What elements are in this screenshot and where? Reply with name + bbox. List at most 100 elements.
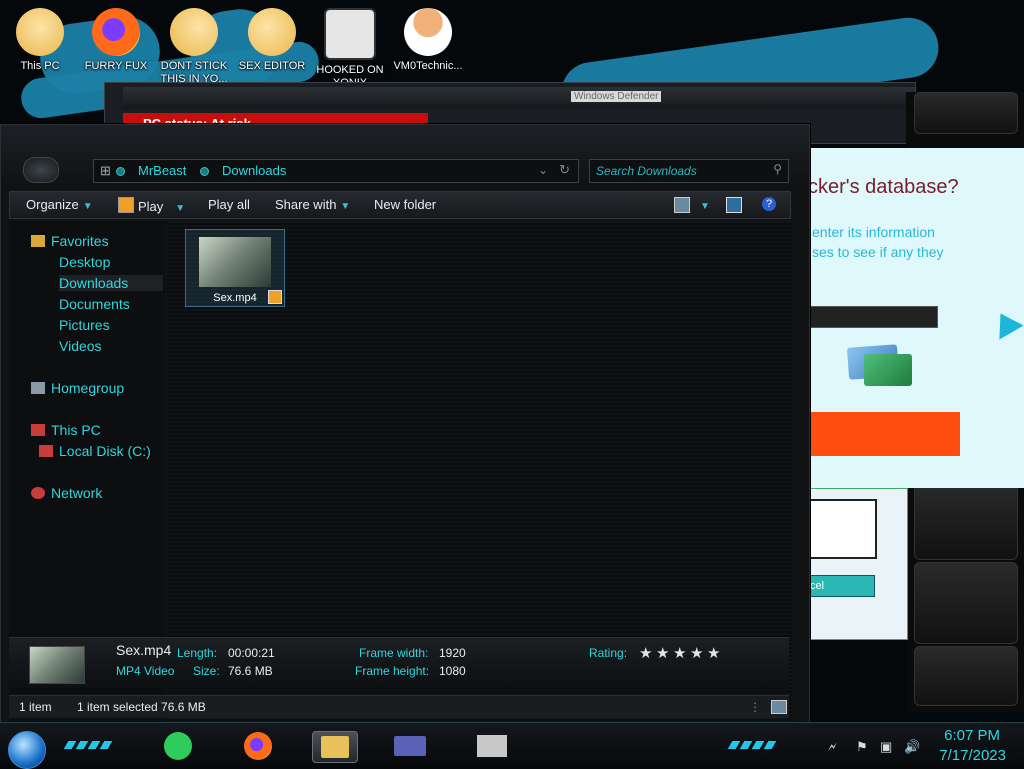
- nav-network[interactable]: Network: [31, 485, 102, 501]
- chevron-down-icon: ▼: [175, 203, 186, 214]
- file-item-sex-mp4[interactable]: Sex.mp4: [185, 229, 285, 307]
- game-icon: [324, 8, 376, 60]
- network-icon: [31, 487, 45, 499]
- rating-star-icon[interactable]: ★: [656, 644, 669, 662]
- details-file-type: MP4 Video: [116, 664, 175, 678]
- nav-label: Network: [51, 485, 103, 501]
- chevron-down-icon: ▼: [82, 201, 93, 212]
- breadcrumb-separator-icon: [116, 167, 125, 176]
- castle-icon: [477, 735, 507, 757]
- desktop-icon-label: This PC: [20, 60, 60, 72]
- taskbar-firefox[interactable]: [240, 731, 276, 761]
- nav-desktop[interactable]: Desktop: [59, 254, 110, 270]
- start-button[interactable]: [8, 731, 46, 769]
- organize-label: Organize: [26, 197, 79, 212]
- preview-pane-icon[interactable]: [726, 197, 742, 213]
- rating-star-icon[interactable]: ★: [639, 644, 652, 662]
- breadcrumb-mrbeast[interactable]: MrBeast: [138, 163, 186, 178]
- nav-documents[interactable]: Documents: [59, 296, 130, 312]
- chevron-down-icon: ▼: [700, 201, 710, 212]
- firefox-icon: [92, 8, 140, 56]
- desktop-icon-dont-stick[interactable]: DONT STICK THIS IN YO...: [156, 8, 232, 86]
- tray-app-icon[interactable]: 🗲: [828, 739, 837, 755]
- volume-icon[interactable]: 🔊: [904, 739, 920, 755]
- background-dialog[interactable]: cel: [806, 488, 908, 640]
- nav-this-pc[interactable]: This PC: [31, 422, 101, 438]
- cancel-button[interactable]: cel: [807, 575, 875, 597]
- popup-submit-button[interactable]: [808, 412, 960, 456]
- play-button[interactable]: Play ▼: [118, 197, 185, 214]
- rating-star-icon[interactable]: ★: [707, 644, 720, 662]
- command-bar: Organize ▼ Play ▼ Play all Share with ▼ New…: [9, 191, 791, 219]
- taskbar-file-explorer[interactable]: [312, 731, 358, 763]
- drive-icon: [39, 445, 53, 457]
- details-frame-width-label: Frame width:: [359, 646, 429, 660]
- clock-date[interactable]: 7/17/2023: [939, 747, 1006, 764]
- credit-card-icon: [864, 354, 912, 386]
- desktop-icon-sex-editor[interactable]: SEX EDITOR: [234, 8, 310, 73]
- desktop-icon-label: FURRY FUX: [84, 60, 148, 72]
- nav-local-disk[interactable]: Local Disk (C:): [39, 443, 151, 459]
- search-input[interactable]: [594, 162, 768, 180]
- item-count: 1 item: [19, 700, 52, 714]
- nav-downloads[interactable]: Downloads: [59, 275, 163, 291]
- details-size-label: Size:: [193, 664, 220, 678]
- change-view-icon[interactable]: [674, 197, 690, 213]
- database-check-popup[interactable]: cker's database? enter its information s…: [806, 148, 1024, 488]
- desktop-icon-hooked-on-xonix[interactable]: HOOKED ON XONIX: [312, 8, 388, 90]
- video-file-icon: [170, 8, 218, 56]
- details-file-name: Sex.mp4: [116, 642, 172, 658]
- nav-homegroup[interactable]: Homegroup: [31, 380, 124, 396]
- play-all-button[interactable]: Play all: [208, 197, 250, 212]
- details-view-icon[interactable]: ⋮: [749, 700, 761, 714]
- desktop-icon-furry-fux[interactable]: FURRY FUX: [78, 8, 154, 73]
- chevron-down-icon[interactable]: ⌄: [538, 163, 548, 177]
- large-icons-view-icon[interactable]: [771, 700, 787, 714]
- breadcrumb-separator-icon: [200, 167, 209, 176]
- file-explorer-window[interactable]: ⊞ MrBeast Downloads ⌄ ↻ ⚲ Organize▼ Play…: [0, 124, 810, 761]
- clock-time[interactable]: 6:07 PM: [944, 727, 1000, 744]
- selection-info: 1 item selected 76.6 MB: [77, 700, 206, 714]
- homegroup-icon: [31, 382, 45, 394]
- video-file-icon: [248, 8, 296, 56]
- defender-title-bar: [123, 87, 915, 109]
- nav-label: This PC: [51, 422, 101, 438]
- details-length-label: Length:: [177, 646, 218, 660]
- breadcrumb-downloads[interactable]: Downloads: [222, 163, 286, 178]
- share-with-button[interactable]: Share with ▼: [275, 197, 350, 212]
- defender-title: Windows Defender: [571, 91, 662, 102]
- this-pc-icon: [16, 8, 64, 56]
- details-frame-width-value: 1920: [439, 646, 466, 660]
- taskbar-app-card[interactable]: [388, 731, 432, 761]
- nav-pictures[interactable]: Pictures: [59, 317, 110, 333]
- popup-input-field[interactable]: [808, 306, 938, 328]
- back-button[interactable]: [23, 157, 59, 183]
- help-icon[interactable]: ?: [762, 197, 776, 211]
- nav-favorites[interactable]: Favorites: [31, 233, 109, 249]
- taskbar-notes-app[interactable]: [160, 731, 196, 761]
- action-center-flag-icon[interactable]: ⚑: [856, 739, 868, 755]
- network-tray-icon[interactable]: ▣: [880, 739, 892, 755]
- search-icon[interactable]: ⚲: [773, 162, 782, 176]
- refresh-icon[interactable]: ↻: [559, 162, 570, 178]
- nav-videos[interactable]: Videos: [59, 338, 102, 354]
- address-bar[interactable]: ⊞ MrBeast Downloads ⌄ ↻: [93, 159, 579, 183]
- new-folder-button[interactable]: New folder: [374, 197, 436, 212]
- details-size-value: 76.6 MB: [228, 664, 273, 678]
- search-box[interactable]: ⚲: [589, 159, 789, 183]
- nav-label: Homegroup: [51, 380, 125, 396]
- decor-bars: [63, 741, 115, 749]
- desktop-icon-vm0technic[interactable]: VM0Technic...: [390, 8, 466, 73]
- organize-button[interactable]: Organize ▼: [26, 197, 93, 212]
- rating-star-icon[interactable]: ★: [673, 644, 686, 662]
- details-length-value: 00:00:21: [228, 646, 275, 660]
- view-options-button[interactable]: ▼: [696, 197, 710, 212]
- taskbar-app-castle[interactable]: [470, 731, 514, 761]
- decor-bars: [727, 741, 779, 749]
- desktop-icon-this-pc[interactable]: This PC: [2, 8, 78, 73]
- popup-title: cker's database?: [808, 176, 959, 198]
- folder-icon: ⊞: [100, 163, 111, 178]
- details-rating-label: Rating:: [589, 646, 628, 660]
- rating-star-icon[interactable]: ★: [690, 644, 703, 662]
- card-app-icon: [394, 736, 426, 756]
